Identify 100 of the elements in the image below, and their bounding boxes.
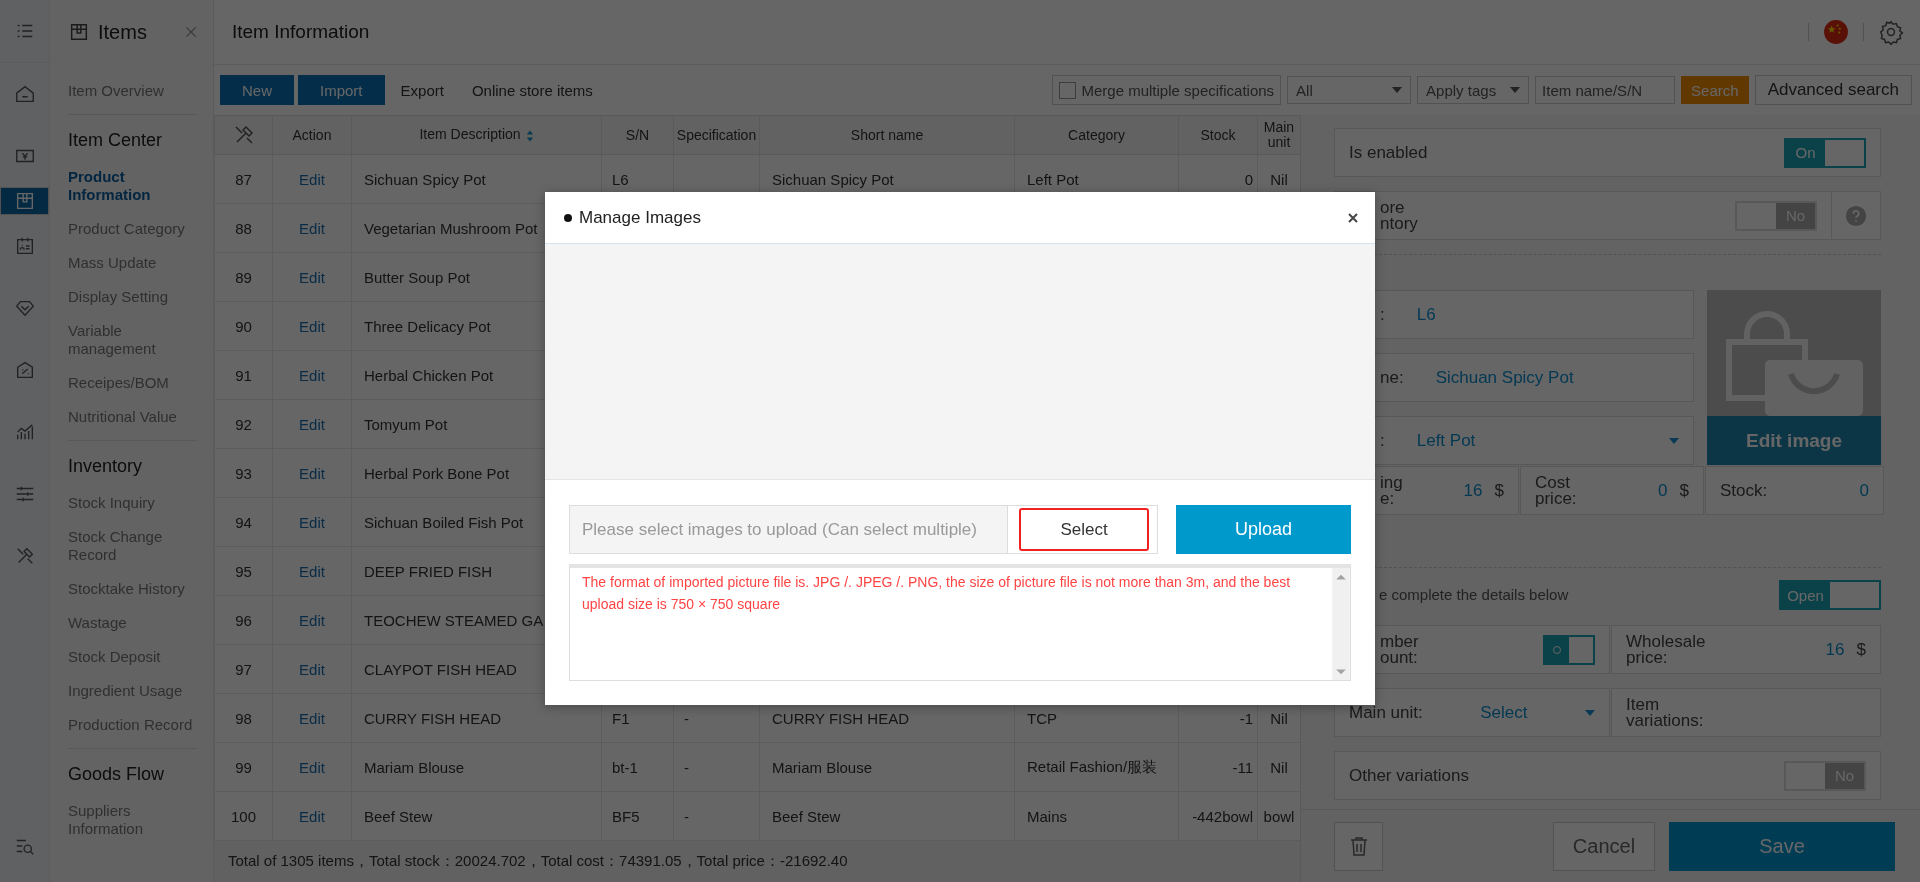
column-header: Action <box>292 126 332 143</box>
field-value: 0 <box>1859 480 1869 501</box>
table-cell: 0 <box>1244 170 1253 188</box>
sort-icon[interactable] <box>525 128 534 143</box>
table-cell: 92 <box>235 415 252 433</box>
table-cell: Nil <box>1270 758 1288 776</box>
scrollbar[interactable] <box>1332 568 1350 680</box>
column-header: Item Description <box>419 126 521 143</box>
price-field[interactable]: Cost price: 0 $ <box>1520 466 1704 515</box>
table-cell: Beef Stew <box>364 807 433 825</box>
field-value: Sichuan Spicy Pot <box>1435 367 1574 388</box>
edit-link[interactable]: Edit <box>299 464 325 482</box>
field-value: Left Pot <box>1416 430 1476 451</box>
toggle-switch[interactable]: Open <box>1779 580 1881 610</box>
search-field[interactable]: Item name/S/N <box>1535 76 1676 104</box>
sidebar-section-title: Item Center <box>68 114 197 160</box>
advanced-search-button[interactable]: Advanced search <box>1754 75 1912 105</box>
caret-icon <box>1669 437 1679 444</box>
field-label: ing e: <box>1380 474 1403 507</box>
sidebar-item[interactable]: Product Information <box>68 160 197 212</box>
table-cell: BF5 <box>612 807 640 825</box>
table-cell: Mains <box>1027 807 1067 825</box>
edit-link[interactable]: Edit <box>299 513 325 531</box>
table-cell: Sichuan Spicy Pot <box>772 170 894 188</box>
item-variations-field[interactable]: Item variations: <box>1611 688 1881 737</box>
save-button[interactable]: Save <box>1669 821 1895 871</box>
page-title: Item Information <box>232 21 370 43</box>
home-icon[interactable] <box>13 83 36 105</box>
field-label: : <box>1380 306 1385 323</box>
table-cell: TEOCHEW STEAMED GA <box>364 611 544 629</box>
table-cell: Nil <box>1270 170 1288 188</box>
section-hint: e complete the details below <box>1379 587 1569 603</box>
table-cell: 97 <box>235 660 252 678</box>
edit-image-button[interactable]: Edit image <box>1707 416 1881 465</box>
table-cell: 95 <box>235 562 252 580</box>
edit-link[interactable]: Edit <box>299 709 325 727</box>
edit-link[interactable]: Edit <box>299 268 325 286</box>
filter-select[interactable]: All <box>1287 76 1412 104</box>
edit-link[interactable]: Edit <box>299 807 325 825</box>
tags-select[interactable]: Apply tags <box>1417 76 1530 104</box>
file-path-field[interactable]: Please select images to upload (Can select multiple) <box>570 506 1008 553</box>
edit-link[interactable]: Edit <box>299 611 325 629</box>
wholesale-price-field[interactable]: Wholesale price: 16 $ <box>1611 625 1881 674</box>
toggle-switch[interactable]: On <box>1784 137 1866 168</box>
table-cell: Herbal Chicken Pot <box>364 366 494 384</box>
edit-link[interactable]: Edit <box>299 317 325 335</box>
rail-tab-selected[interactable] <box>0 187 49 215</box>
flag-icon[interactable] <box>1823 19 1849 45</box>
field-label: Main unit: <box>1349 704 1423 721</box>
field-label: ne: <box>1380 369 1404 386</box>
column-header: Category <box>1068 126 1125 143</box>
field-value: 0 <box>1658 480 1668 501</box>
field-value: Select <box>1480 702 1528 723</box>
merge-checkbox[interactable]: Merge multiple specifications <box>1051 75 1282 105</box>
edit-link[interactable]: Edit <box>299 758 325 776</box>
select-button[interactable]: Select <box>1019 508 1149 551</box>
toolbar-link[interactable]: Export <box>388 75 456 105</box>
toolbar-link[interactable]: Online store items <box>459 75 605 105</box>
table-cell: -1 <box>1239 709 1253 727</box>
upload-note: The format of imported picture file is. JPG /. JPEG /. PNG, the size of picture file is not more than 3m, and the best upload size is 750 × 750 square <box>581 573 1292 614</box>
delete-button[interactable] <box>1334 821 1383 871</box>
help-icon[interactable] <box>1845 204 1867 227</box>
column-header: Short name <box>850 126 924 143</box>
edit-link[interactable]: Edit <box>299 366 325 384</box>
table-cell: - <box>684 807 689 825</box>
column-header: Main unit <box>1263 119 1295 150</box>
table-cell: 98 <box>235 709 252 727</box>
table-cell: Herbal Pork Bone Pot <box>364 464 510 482</box>
table-cell: Vegetarian Mushroom Pot <box>364 219 538 237</box>
table-cell: -442bowl <box>1192 807 1253 825</box>
price-field[interactable]: Stock: 0 <box>1705 466 1884 515</box>
settings-icon[interactable] <box>1878 19 1904 45</box>
sidebar-section-title: Goods Flow <box>68 748 197 794</box>
edit-link[interactable]: Edit <box>299 660 325 678</box>
field-label: Cost price: <box>1535 474 1577 507</box>
table-cell: CLAYPOT FISH HEAD <box>364 660 517 678</box>
main-unit-select[interactable]: Main unit: Select <box>1334 688 1610 737</box>
table-cell: Sichuan Boiled Fish Pot <box>364 513 524 531</box>
field-label: Stock: <box>1720 482 1768 499</box>
cancel-button[interactable]: Cancel <box>1553 821 1655 871</box>
edit-link[interactable]: Edit <box>299 170 325 188</box>
box-icon <box>68 21 90 43</box>
dialog-title: Manage Images <box>579 207 701 228</box>
table-cell: CURRY FISH HEAD <box>772 709 909 727</box>
field-label: ore ntory <box>1380 199 1418 232</box>
table-summary: Total of 1305 items，Total stock：20024.702，Total cost：74391.05，Total price：-21692.40 <box>228 852 848 871</box>
table-cell: Left Pot <box>1027 170 1079 188</box>
search-button[interactable]: Search <box>1681 76 1749 104</box>
sidebar-section-title: Inventory <box>68 440 197 486</box>
toolbar-button[interactable]: Import <box>298 75 385 105</box>
table-cell: 100 <box>231 807 256 825</box>
field-label: Other variations <box>1349 767 1469 784</box>
caret-icon <box>1585 709 1595 716</box>
toggle-switch[interactable] <box>1543 634 1595 665</box>
toolbar-button[interactable]: New <box>220 75 294 105</box>
table-cell: Three Delicacy Pot <box>364 317 491 335</box>
edit-link[interactable]: Edit <box>299 562 325 580</box>
upload-button[interactable]: Upload <box>1176 505 1351 554</box>
edit-link[interactable]: Edit <box>299 219 325 237</box>
edit-link[interactable]: Edit <box>299 415 325 433</box>
